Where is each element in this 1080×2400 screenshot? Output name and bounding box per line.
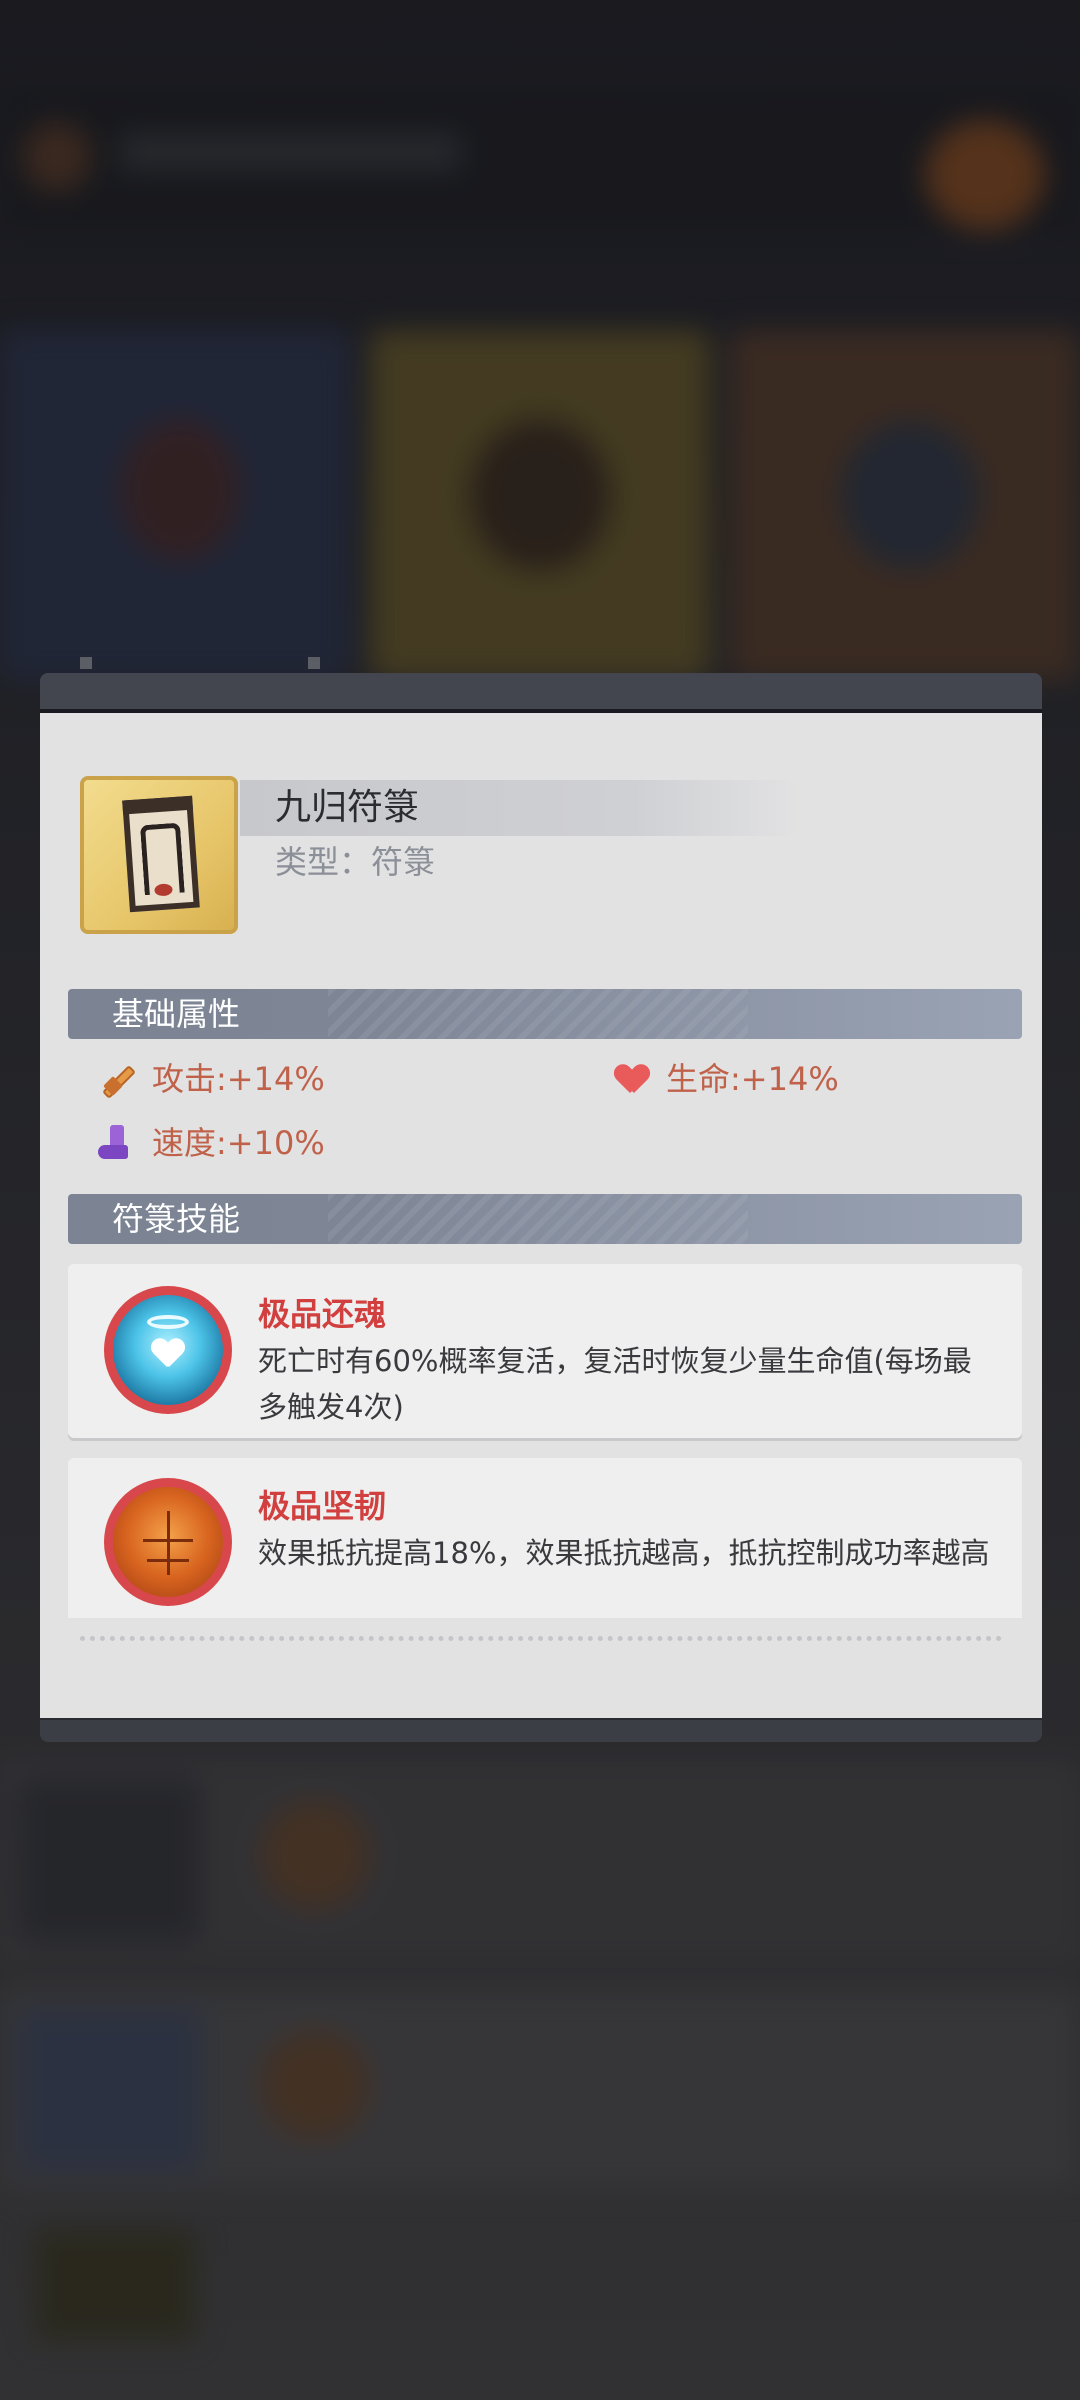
skill-card[interactable]: 极品还魂 死亡时有60%概率复活，复活时恢复少量生命值(每场最多触发4次) <box>68 1264 1022 1438</box>
skill-description: 效果抵抗提高18%，效果抵抗越高，抵抗控制成功率越高 <box>258 1536 990 1570</box>
item-icon-frame <box>80 776 238 934</box>
skill-card[interactable]: 极品坚韧 效果抵抗提高18%，效果抵抗越高，抵抗控制成功率越高 <box>68 1458 1022 1618</box>
stat-attack-text: 攻击:+14% <box>152 1060 325 1098</box>
panel-pin-left <box>80 657 92 669</box>
section-header-base-attributes: 基础属性 <box>68 989 1022 1039</box>
angel-heart-icon <box>104 1286 232 1414</box>
screen: 九归符箓 类型：符箓 基础属性 攻击:+14% 生命:+14% 速度:+10% … <box>0 0 1080 2400</box>
talisman-scroll-icon <box>122 795 200 913</box>
item-name: 九归符箓 <box>275 787 420 828</box>
dotted-divider <box>80 1636 1002 1641</box>
panel-pin-right <box>308 657 320 669</box>
skill-title: 极品还魂 <box>258 1295 387 1333</box>
section-header-talisman-skills: 符箓技能 <box>68 1194 1022 1244</box>
boot-icon <box>96 1125 136 1161</box>
item-detail-panel: 九归符箓 类型：符箓 基础属性 攻击:+14% 生命:+14% 速度:+10% … <box>40 713 1042 1718</box>
item-type: 类型：符箓 <box>275 843 436 881</box>
sword-icon <box>96 1061 136 1099</box>
panel-top-bar <box>40 673 1042 713</box>
section-header-label: 基础属性 <box>112 995 241 1033</box>
stat-health-text: 生命:+14% <box>666 1060 839 1098</box>
section-header-label: 符箓技能 <box>112 1200 241 1238</box>
panel-bottom-bar <box>40 1718 1042 1742</box>
armor-torso-icon <box>104 1478 232 1606</box>
heart-icon <box>610 1061 650 1097</box>
skill-description: 死亡时有60%概率复活，复活时恢复少量生命值(每场最多触发4次) <box>258 1344 972 1424</box>
stat-speed-text: 速度:+10% <box>152 1124 325 1162</box>
skill-title: 极品坚韧 <box>258 1487 387 1525</box>
